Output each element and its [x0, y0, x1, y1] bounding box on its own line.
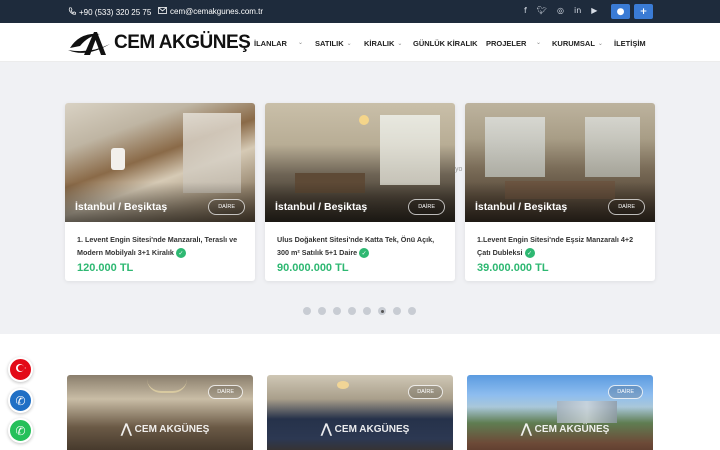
add-listing-button[interactable]: +: [634, 4, 653, 19]
watermark: ⋀ CEM AKGÜNEŞ: [321, 421, 410, 436]
user-icon: ●: [616, 6, 625, 17]
window-view: [585, 117, 640, 177]
ceiling-lamp: [337, 381, 349, 389]
chevron-down-icon: ⌄: [397, 40, 403, 47]
toilet-shape: [111, 148, 125, 170]
social-links: f 🐦︎ ◎ in ▶: [524, 6, 597, 15]
instagram-icon[interactable]: ◎: [557, 6, 564, 15]
main-header: CEM AKGÜNEŞ İLANLAR ⌄ SATILIK ⌄ KİRALIK ⌄ …: [0, 23, 720, 62]
verified-check-icon: ✓: [175, 248, 186, 259]
logo-mark-icon: ⋀: [121, 421, 132, 436]
chevron-down-icon: ⌄: [597, 40, 603, 47]
nav-kurumsal[interactable]: KURUMSAL ⌄: [552, 39, 603, 48]
pagination-dot[interactable]: [408, 307, 416, 315]
email-address: cem@cemakgunes.com.tr: [170, 7, 264, 16]
phone-icon: [68, 7, 76, 17]
listing-card[interactable]: İstanbul / Beşiktaş DAİRE 1. Levent Engi…: [65, 103, 255, 281]
phone-icon: ✆: [15, 393, 26, 408]
city-skyline: [557, 401, 617, 423]
listing-price: 120.000 TL: [77, 262, 134, 274]
site-logo[interactable]: CEM AKGÜNEŞ: [66, 28, 251, 58]
pagination-dot[interactable]: [363, 307, 371, 315]
watermark: ⋀ CEM AKGÜNEŞ: [121, 421, 210, 436]
youtube-icon[interactable]: ▶: [591, 6, 597, 15]
nav-kiralik[interactable]: KİRALIK ⌄: [364, 39, 402, 48]
nav-iletisim[interactable]: İLETİŞİM: [614, 39, 646, 48]
watermark: ⋀ CEM AKGÜNEŞ: [521, 421, 610, 436]
listing-location: İstanbul / Beşiktaş: [475, 201, 568, 213]
background-text: yo: [455, 166, 463, 173]
listing-price: 39.000.000 TL: [477, 262, 549, 274]
logo-mark-icon: ⋀: [521, 421, 532, 436]
chevron-down-icon: ⌄: [298, 39, 304, 46]
ceiling-lamp: [359, 115, 369, 125]
nav-ilanlar-dropdown[interactable]: ⌄: [298, 39, 303, 46]
nav-gunluk-kiralik[interactable]: GÜNLÜK KİRALIK: [413, 39, 478, 48]
shower-glass: [183, 113, 241, 193]
language-button[interactable]: [8, 357, 33, 382]
verified-check-icon: ✓: [359, 248, 370, 259]
pagination-dot[interactable]: [393, 307, 401, 315]
call-button[interactable]: ✆: [8, 388, 33, 413]
listing-location: İstanbul / Beşiktaş: [275, 201, 368, 213]
listing-card[interactable]: İstanbul / Beşiktaş DAİRE 1.Levent Engin…: [465, 103, 655, 281]
pagination-dot[interactable]: [303, 307, 311, 315]
listing-title[interactable]: 1. Levent Engin Sitesi'nde Manzaralı, Te…: [77, 233, 245, 259]
chevron-down-icon: ⌄: [346, 40, 352, 47]
top-bar: +90 (533) 320 25 75 cem@cemakgunes.com.t…: [0, 0, 720, 23]
slider-pagination: [303, 307, 416, 315]
nav-projeler-dropdown[interactable]: ⌄: [536, 39, 541, 46]
account-button[interactable]: ●: [611, 4, 630, 19]
logo-mark-icon: ⋀: [321, 421, 332, 436]
listing-title[interactable]: Ulus Doğakent Sitesi'nde Katta Tek, Önü …: [277, 233, 445, 259]
turkey-flag-icon: [14, 361, 28, 378]
twitter-icon[interactable]: 🐦︎: [537, 6, 547, 15]
email-link[interactable]: cem@cemakgunes.com.tr: [158, 7, 263, 16]
pagination-dot[interactable]: [378, 307, 386, 315]
chevron-down-icon: ⌄: [536, 39, 542, 46]
phone-link[interactable]: +90 (533) 320 25 75: [68, 7, 151, 17]
linkedin-icon[interactable]: in: [574, 6, 581, 15]
logo-text: CEM AKGÜNEŞ: [114, 32, 251, 53]
pagination-dot[interactable]: [318, 307, 326, 315]
listing-card[interactable]: DAİRE ⋀ CEM AKGÜNEŞ: [67, 375, 253, 450]
property-type-badge: DAİRE: [208, 199, 245, 215]
property-type-badge: DAİRE: [408, 199, 445, 215]
plus-icon: +: [639, 6, 648, 17]
phone-number: +90 (533) 320 25 75: [79, 7, 152, 17]
pagination-dot[interactable]: [333, 307, 341, 315]
listing-price: 90.000.000 TL: [277, 262, 349, 274]
nav-ilanlar[interactable]: İLANLAR: [254, 39, 287, 48]
whatsapp-icon: ✆: [15, 423, 26, 438]
whatsapp-button[interactable]: ✆: [8, 418, 33, 443]
pagination-dot[interactable]: [348, 307, 356, 315]
listing-card[interactable]: DAİRE ⋀ CEM AKGÜNEŞ: [267, 375, 453, 450]
listing-card[interactable]: DAİRE ⋀ CEM AKGÜNEŞ: [467, 375, 653, 450]
window-curtain: [380, 115, 440, 185]
property-type-badge: DAİRE: [608, 199, 645, 215]
listing-card[interactable]: İstanbul / Beşiktaş DAİRE Ulus Doğakent …: [265, 103, 455, 281]
nav-satilik[interactable]: SATILIK ⌄: [315, 39, 352, 48]
chandelier-shape: [147, 379, 187, 393]
listing-location: İstanbul / Beşiktaş: [75, 201, 168, 213]
property-type-badge: DAİRE: [208, 385, 243, 399]
nav-projeler[interactable]: PROJELER: [486, 39, 526, 48]
listing-title[interactable]: 1.Levent Engin Sitesi'nde Eşsiz Manzaral…: [477, 233, 645, 259]
property-type-badge: DAİRE: [608, 385, 643, 399]
property-type-badge: DAİRE: [408, 385, 443, 399]
verified-check-icon: ✓: [524, 248, 535, 259]
facebook-icon[interactable]: f: [524, 6, 527, 15]
mail-icon: [158, 7, 167, 16]
window-view: [485, 117, 545, 177]
logo-mark-icon: [66, 28, 112, 58]
